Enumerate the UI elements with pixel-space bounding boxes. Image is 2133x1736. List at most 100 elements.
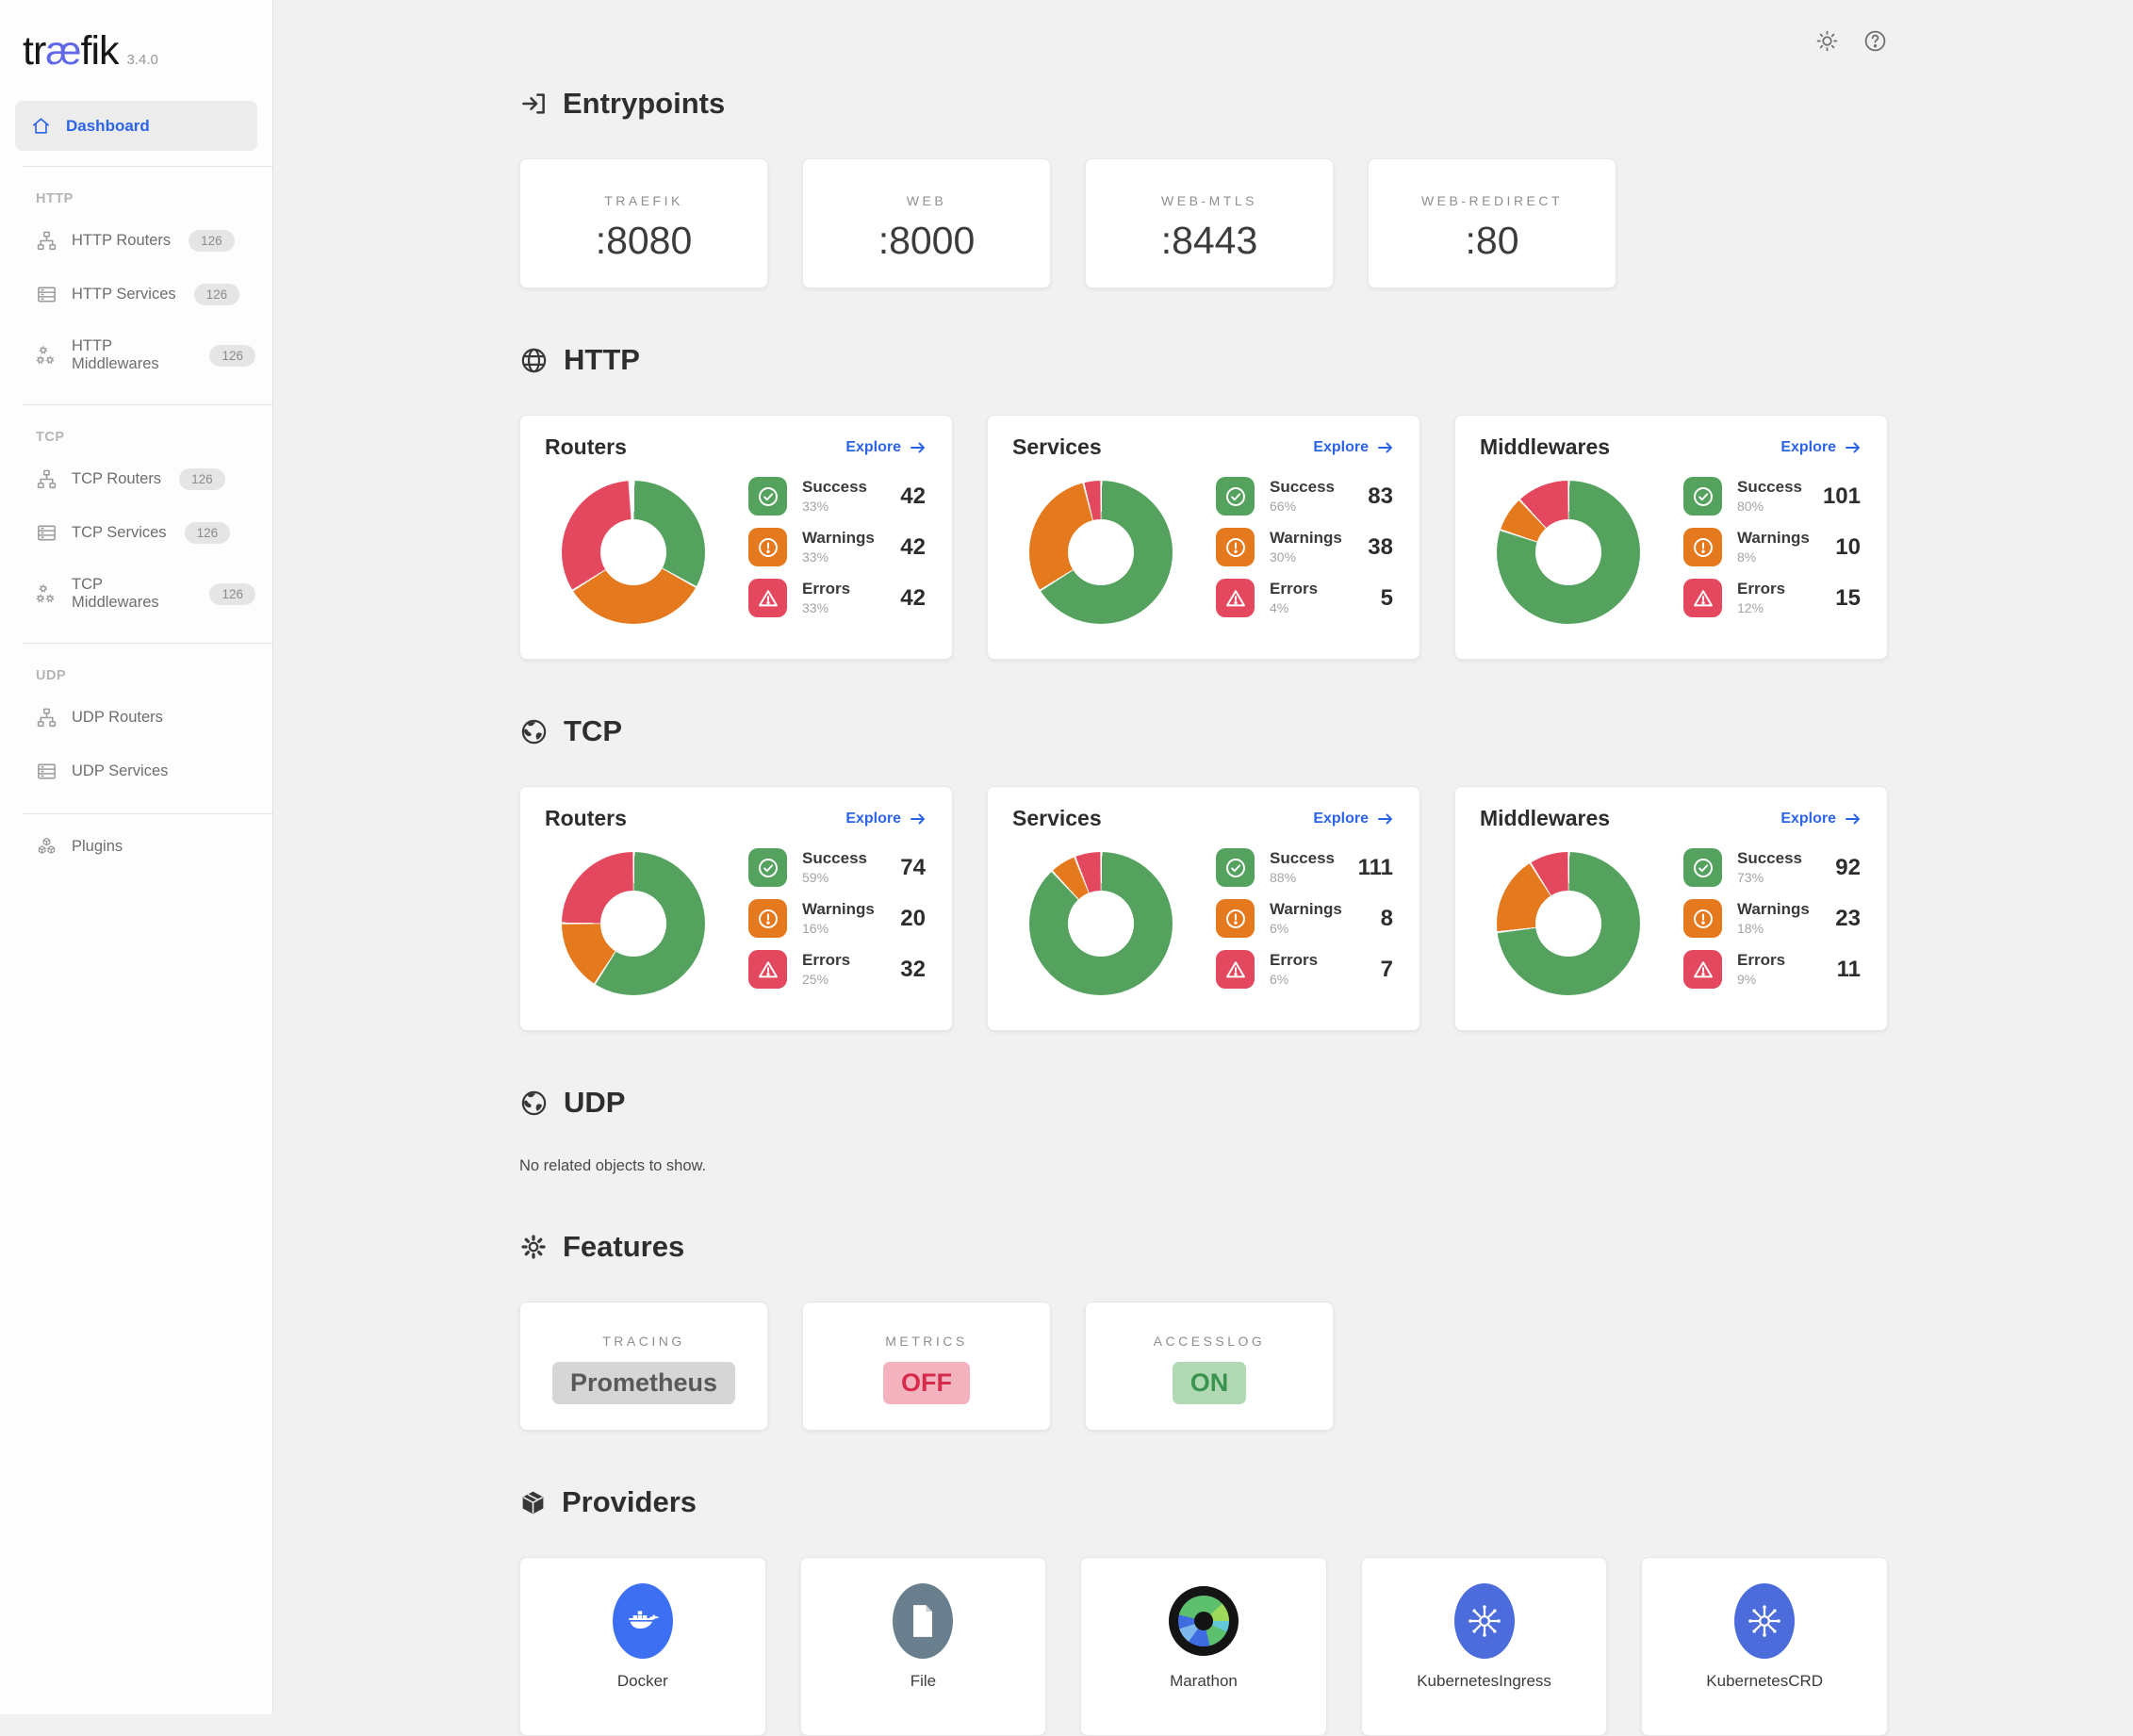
logo-ae-accent: æ [45,28,80,74]
globe-wireframe-icon [519,346,549,375]
status-donut-chart [1029,481,1173,624]
stat-count: 32 [900,957,926,983]
entrypoint-port: :8080 [520,219,767,263]
earth-globe-icon [519,1089,549,1118]
traefik-logo: træfik 3.4.0 [0,0,272,95]
entrypoint-port: :8443 [1086,219,1333,263]
provider-card-file: File [800,1557,1047,1736]
error-icon [748,579,787,617]
arrow-right-icon [909,811,927,827]
success-stat: Success73% 92 [1683,848,1861,887]
card-title: Routers [545,434,627,460]
home-icon [30,115,52,137]
provider-card-marathon: Marathon [1080,1557,1327,1736]
sidebar-item-udp-routers[interactable]: UDP Routers [0,691,272,745]
card-title: Middlewares [1480,806,1610,831]
status-donut-chart [1029,852,1173,995]
status-stats: Success59% 74 Warnings16% 20 Errors25% 3… [748,848,927,989]
sidebar-item-plugins[interactable]: Plugins [0,820,272,874]
stat-count: 74 [900,855,926,881]
entrypoint-port: :8000 [803,219,1050,263]
arrow-right-icon [909,440,927,455]
entrypoints-section-title: Entrypoints [519,87,1888,121]
theme-toggle-button[interactable] [1814,28,1840,54]
errors-stat: Errors6% 7 [1216,950,1393,989]
status-stats: Success88% 111 Warnings6% 8 Errors6% 7 [1216,848,1395,989]
services-icon [36,522,57,544]
warnings-stat: Warnings6% 8 [1216,899,1393,938]
error-icon [1216,579,1255,617]
logo-text: træfik [23,28,119,74]
tcp-services-card: Services Explore Success88% 111 Warning [987,786,1420,1031]
features-section-title: Features [519,1230,1888,1264]
arrow-right-icon [1376,440,1395,455]
entrypoint-label: WEB-REDIRECT [1369,193,1616,208]
warnings-stat: Warnings30% 38 [1216,528,1393,566]
status-stats: Success73% 92 Warnings18% 23 Errors9% 11 [1683,848,1862,989]
status-donut-chart [562,481,705,624]
sidebar-item-label: Plugins [72,838,123,856]
stat-count: 5 [1381,585,1393,612]
sidebar-item-http-services[interactable]: HTTP Services 126 [0,268,272,321]
explore-link[interactable]: Explore [845,811,927,827]
stat-count: 42 [900,534,926,561]
sidebar-item-http-routers[interactable]: HTTP Routers 126 [0,214,272,268]
sidebar-item-tcp-services[interactable]: TCP Services 126 [0,506,272,560]
explore-link[interactable]: Explore [1780,439,1862,456]
success-icon [1216,477,1255,516]
stat-count: 11 [1837,957,1861,983]
explore-link[interactable]: Explore [1313,439,1395,456]
stat-count: 8 [1381,906,1393,932]
explore-link[interactable]: Explore [845,439,927,456]
feature-label: ACCESSLOG [1086,1334,1333,1349]
feature-value-badge: OFF [883,1362,970,1404]
sidebar-item-label: TCP Middlewares [72,576,191,612]
explore-link[interactable]: Explore [1313,811,1395,827]
kubernetes-icon [1734,1583,1795,1659]
sidebar-item-http-middlewares[interactable]: HTTP Middlewares 126 [0,321,272,389]
success-icon [748,477,787,516]
stat-count: 15 [1835,585,1861,612]
tcp-middlewares-card: Middlewares Explore Success73% 92 Warni [1454,786,1888,1031]
sidebar-item-label: UDP Routers [72,709,163,727]
tcp-routers-card: Routers Explore Success59% 74 Warnings1 [519,786,953,1031]
http-cards-row: Routers Explore Success33% 42 Warnings3 [519,415,1888,660]
status-stats: Success66% 83 Warnings30% 38 Errors4% 5 [1216,477,1395,617]
feature-card-metrics: METRICS OFF [802,1302,1051,1431]
providers-section-title: Providers [519,1485,1888,1519]
sidebar-item-udp-services[interactable]: UDP Services [0,745,272,798]
features-row: TRACING Prometheus METRICS OFF ACCESSLOG… [519,1302,1888,1431]
entrypoint-card-web-redirect: WEB-REDIRECT :80 [1368,158,1616,288]
sidebar-item-tcp-middlewares[interactable]: TCP Middlewares 126 [0,560,272,628]
stat-count: 20 [900,906,926,932]
entrypoint-card-traefik: TRAEFIK :8080 [519,158,768,288]
success-stat: Success88% 111 [1216,848,1393,887]
card-title: Routers [545,806,627,831]
sidebar-item-dashboard[interactable]: Dashboard [15,101,257,151]
middlewares-icon [36,345,57,367]
success-icon [748,848,787,887]
status-donut-chart [1497,852,1640,995]
providers-row: Docker File Marathon [519,1557,1888,1736]
services-icon [36,761,57,782]
docker-icon [613,1583,673,1659]
help-button[interactable] [1862,28,1888,54]
feature-card-tracing: TRACING Prometheus [519,1302,768,1431]
stat-count: 83 [1368,483,1393,510]
entrypoint-label: TRAEFIK [520,193,767,208]
sidebar-item-tcp-routers[interactable]: TCP Routers 126 [0,452,272,506]
stat-count: 7 [1381,957,1393,983]
warning-icon [748,528,787,566]
topbar-actions [1814,28,1888,54]
routers-icon [36,230,57,252]
errors-stat: Errors9% 11 [1683,950,1861,989]
sidebar-item-label: HTTP Services [72,286,176,303]
gear-icon [519,1233,548,1261]
warning-icon [748,899,787,938]
success-stat: Success80% 101 [1683,477,1861,516]
count-badge: 126 [189,230,235,252]
explore-link[interactable]: Explore [1780,811,1862,827]
status-stats: Success80% 101 Warnings8% 10 Errors12% 1… [1683,477,1862,617]
stat-count: 38 [1368,534,1393,561]
entrypoint-port: :80 [1369,219,1616,263]
